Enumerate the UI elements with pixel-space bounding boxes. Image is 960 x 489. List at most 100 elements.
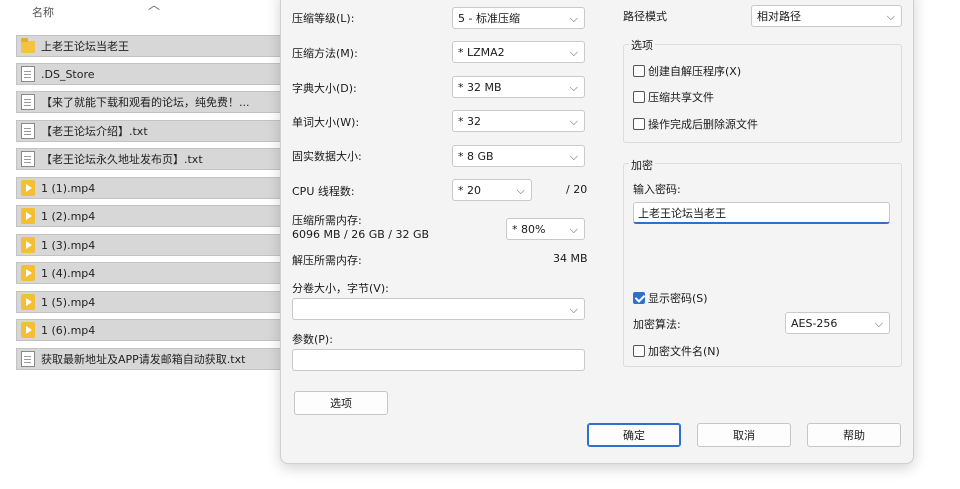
add-to-archive-dialog: 压缩等级(L): 5 - 标准压缩 ⌵ 压缩方法(M): * LZMA2 ⌵ 字… bbox=[280, 0, 914, 464]
file-row[interactable]: 1 (2).mp4 bbox=[16, 205, 290, 227]
chevron-down-icon: ⌵ bbox=[569, 115, 578, 128]
parameters-input[interactable] bbox=[292, 349, 585, 371]
file-name: 1 (4).mp4 bbox=[41, 266, 96, 280]
file-name: .DS_Store bbox=[41, 67, 95, 81]
delete-after-label: 操作完成后删除源文件 bbox=[648, 118, 758, 131]
file-row[interactable]: .DS_Store bbox=[16, 63, 290, 85]
parameters-label: 参数(P): bbox=[292, 333, 333, 346]
checkbox-box bbox=[633, 91, 645, 103]
options-button[interactable]: 选项 bbox=[294, 391, 388, 415]
memory-decompress-label: 解压所需内存: bbox=[292, 254, 362, 267]
memory-usage-value: * 80% bbox=[512, 222, 546, 236]
folder-icon bbox=[21, 38, 35, 53]
path-mode-label: 路径模式 bbox=[623, 10, 667, 23]
compression-level-select[interactable]: 5 - 标准压缩 ⌵ bbox=[452, 7, 585, 29]
file-name: 【来了就能下载和观看的论坛，纯免费！... bbox=[41, 96, 250, 109]
encrypt-names-label: 加密文件名(N) bbox=[648, 345, 720, 358]
chevron-up-icon[interactable]: ︿ bbox=[148, 0, 160, 13]
document-icon bbox=[21, 151, 35, 167]
sfx-checkbox[interactable]: 创建自解压程序(X) bbox=[633, 63, 741, 79]
file-explorer: 名称 ︿ 上老王论坛当老王 .DS_Store 【来了就能下载和观看的论坛，纯免… bbox=[0, 0, 290, 489]
file-name: 上老王论坛当老王 bbox=[41, 40, 129, 53]
chevron-down-icon: ⌵ bbox=[569, 223, 578, 236]
chevron-down-icon: ⌵ bbox=[569, 150, 578, 163]
encryption-method-value: AES-256 bbox=[791, 316, 838, 330]
chevron-down-icon: ⌵ bbox=[569, 12, 578, 25]
file-name: 【老王论坛永久地址发布页】.txt bbox=[41, 153, 203, 166]
document-icon bbox=[21, 123, 35, 139]
delete-after-checkbox[interactable]: 操作完成后删除源文件 bbox=[633, 116, 758, 132]
cancel-button[interactable]: 取消 bbox=[697, 423, 791, 447]
word-size-select[interactable]: * 32 ⌵ bbox=[452, 110, 585, 132]
compression-method-label: 压缩方法(M): bbox=[292, 47, 358, 60]
encrypt-names-checkbox[interactable]: 加密文件名(N) bbox=[633, 343, 720, 359]
file-name: 1 (6).mp4 bbox=[41, 323, 96, 337]
file-row[interactable]: 上老王论坛当老王 bbox=[16, 35, 290, 57]
show-password-checkbox[interactable]: 显示密码(S) bbox=[633, 290, 708, 306]
word-size-value: * 32 bbox=[458, 114, 481, 128]
path-mode-value: 相对路径 bbox=[757, 10, 801, 23]
sfx-label: 创建自解压程序(X) bbox=[648, 65, 742, 78]
path-mode-select[interactable]: 相对路径 ⌵ bbox=[751, 5, 902, 27]
solid-block-value: * 8 GB bbox=[458, 149, 494, 163]
column-header-name[interactable]: 名称 bbox=[32, 4, 54, 20]
file-name: 1 (3).mp4 bbox=[41, 238, 96, 252]
help-button[interactable]: 帮助 bbox=[807, 423, 901, 447]
memory-usage-select[interactable]: * 80% ⌵ bbox=[506, 218, 585, 240]
file-row[interactable]: 1 (4).mp4 bbox=[16, 262, 290, 284]
checkbox-box bbox=[633, 292, 645, 304]
password-label: 输入密码: bbox=[633, 183, 681, 196]
solid-block-label: 固实数据大小: bbox=[292, 150, 362, 163]
video-icon bbox=[21, 180, 35, 196]
compression-method-value: * LZMA2 bbox=[458, 45, 505, 59]
word-size-label: 单词大小(W): bbox=[292, 116, 360, 129]
chevron-down-icon: ⌵ bbox=[569, 303, 578, 316]
file-name: 1 (5).mp4 bbox=[41, 295, 96, 309]
dictionary-size-value: * 32 MB bbox=[458, 80, 502, 94]
chevron-down-icon: ⌵ bbox=[886, 10, 895, 23]
ok-button[interactable]: 确定 bbox=[587, 423, 681, 447]
file-row[interactable]: 1 (6).mp4 bbox=[16, 319, 290, 341]
chevron-down-icon: ⌵ bbox=[569, 81, 578, 94]
solid-block-select[interactable]: * 8 GB ⌵ bbox=[452, 145, 585, 167]
encryption-group-title: 加密 bbox=[629, 157, 655, 173]
options-group-title: 选项 bbox=[629, 37, 655, 53]
cpu-threads-select[interactable]: * 20 ⌵ bbox=[452, 179, 532, 201]
chevron-down-icon: ⌵ bbox=[516, 184, 525, 197]
video-icon bbox=[21, 294, 35, 310]
file-name: 1 (1).mp4 bbox=[41, 181, 96, 195]
compression-level-value: 5 - 标准压缩 bbox=[458, 12, 520, 25]
video-icon bbox=[21, 265, 35, 281]
password-input[interactable]: 上老王论坛当老王 bbox=[633, 202, 890, 224]
memory-compress-label: 压缩所需内存: bbox=[292, 214, 362, 227]
encryption-method-label: 加密算法: bbox=[633, 318, 681, 331]
shared-files-checkbox[interactable]: 压缩共享文件 bbox=[633, 89, 714, 105]
file-name: 获取最新地址及APP请发邮箱自动获取.txt bbox=[41, 353, 246, 366]
chevron-down-icon: ⌵ bbox=[569, 46, 578, 59]
cpu-threads-max: / 20 bbox=[566, 183, 588, 196]
dictionary-size-select[interactable]: * 32 MB ⌵ bbox=[452, 76, 585, 98]
memory-compress-detail: 6096 MB / 26 GB / 32 GB bbox=[292, 228, 430, 241]
file-row[interactable]: 【老王论坛介绍】.txt bbox=[16, 120, 290, 142]
chevron-down-icon: ⌵ bbox=[874, 317, 883, 330]
cpu-threads-value: * 20 bbox=[458, 183, 481, 197]
document-icon bbox=[21, 351, 35, 367]
file-row[interactable]: 【来了就能下载和观看的论坛，纯免费！... bbox=[16, 91, 290, 113]
checkbox-box bbox=[633, 65, 645, 77]
file-name: 【老王论坛介绍】.txt bbox=[41, 125, 148, 138]
file-row[interactable]: 1 (3).mp4 bbox=[16, 234, 290, 256]
compression-method-select[interactable]: * LZMA2 ⌵ bbox=[452, 41, 585, 63]
dictionary-size-label: 字典大小(D): bbox=[292, 82, 357, 95]
file-row[interactable]: 1 (5).mp4 bbox=[16, 291, 290, 313]
file-row[interactable]: 1 (1).mp4 bbox=[16, 177, 290, 199]
encryption-method-select[interactable]: AES-256 ⌵ bbox=[785, 312, 890, 334]
checkbox-box bbox=[633, 118, 645, 130]
checkbox-box bbox=[633, 345, 645, 357]
video-icon bbox=[21, 322, 35, 338]
file-row[interactable]: 获取最新地址及APP请发邮箱自动获取.txt bbox=[16, 348, 290, 370]
video-icon bbox=[21, 237, 35, 253]
split-volume-select[interactable]: ⌵ bbox=[292, 298, 585, 320]
video-icon bbox=[21, 208, 35, 224]
split-volume-label: 分卷大小，字节(V): bbox=[292, 282, 389, 295]
file-row[interactable]: 【老王论坛永久地址发布页】.txt bbox=[16, 148, 290, 170]
